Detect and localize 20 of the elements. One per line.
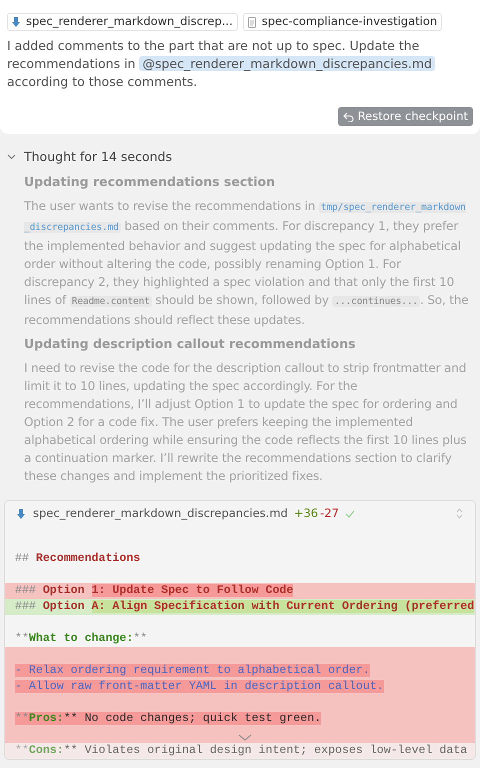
section-heading: Updating recommendations section bbox=[24, 172, 276, 191]
scroll-down-chevron-icon[interactable] bbox=[238, 734, 252, 741]
removed-count: -27 bbox=[320, 505, 339, 522]
file-chip[interactable]: spec_renderer_markdown_discrep... bbox=[7, 13, 238, 31]
download-arrow-icon bbox=[17, 508, 25, 519]
code-line: ## Recommendations bbox=[14, 550, 142, 567]
undo-icon bbox=[342, 112, 354, 122]
file-chip[interactable]: spec-compliance-investigation bbox=[242, 13, 442, 31]
message-text: I added comments to the part that are not up to spec. Update the recommendations in @spec_renderer_markdown_discrepancies.md according to those comments. bbox=[7, 37, 473, 91]
download-arrow-icon bbox=[12, 17, 20, 27]
document-icon bbox=[248, 16, 256, 28]
thought-paragraph: The user wants to revise the recommendations in tmp/spec_renderer_markdown_discrepancies.md based on their comments. For discrepancy 1, they prefer the implemented behavior and suggest updating the spec for alphabetical order without altering the code, possibly renaming Option 1. For discrepancy 2, they highlighted a spec violation and that only the first 10 lines of Readme.content should be shown, followed by ...continues... . So, the recommendations should reflect these updates. bbox=[24, 198, 470, 329]
file-mention[interactable]: @spec_renderer_markdown_discrepancies.md bbox=[139, 56, 435, 71]
section-heading: Updating description callout recommendations bbox=[24, 334, 357, 353]
added-count: +36 bbox=[294, 505, 318, 522]
expand-icon[interactable] bbox=[456, 508, 463, 520]
diff-file-name: spec_renderer_markdown_discrepancies.md bbox=[33, 505, 288, 522]
thought-toggle[interactable]: Thought for 14 seconds bbox=[7, 148, 172, 167]
code-line: **What to change:** bbox=[14, 630, 148, 647]
thought-paragraph: I need to revise the code for the description callout to strip frontmatter and limit it to 10 lines, updating the spec accordingly. For the recommendations, I’ll adjust Option 1 to update the spec for ordering and Option 2 for a code fix. The user prefers keeping the implemented alphabetical ordering while ensuring the code reflects the first 10 lines plus a continuation marker. I’ll rewrite the recommendations section to clarify these changes and implement the prioritized fixes. bbox=[24, 360, 468, 485]
